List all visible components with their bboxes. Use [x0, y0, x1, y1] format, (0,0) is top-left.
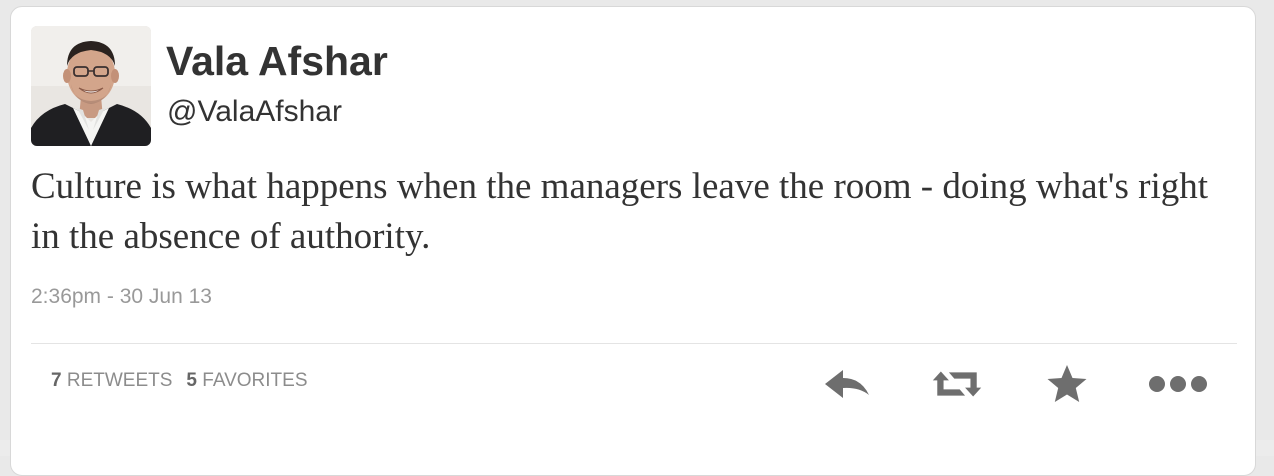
reply-icon: [825, 370, 869, 398]
tweet-timestamp[interactable]: 2:36pm - 30 Jun 13: [31, 285, 212, 309]
tweet-actions: [11, 362, 1257, 406]
reply-button[interactable]: [821, 362, 873, 406]
star-icon: [1047, 365, 1087, 402]
retweet-icon: [932, 371, 982, 397]
avatar[interactable]: [31, 26, 151, 146]
tweet-card: Vala Afshar @ValaAfshar Culture is what …: [10, 6, 1256, 476]
retweet-button[interactable]: [931, 362, 983, 406]
author-handle[interactable]: @ValaAfshar: [167, 97, 342, 127]
divider: [31, 343, 1237, 344]
tweet-text: Culture is what happens when the manager…: [31, 166, 1209, 257]
more-icon: [1149, 376, 1207, 392]
more-button[interactable]: [1146, 362, 1210, 406]
author-name[interactable]: Vala Afshar: [166, 41, 388, 82]
favorite-button[interactable]: [1041, 362, 1093, 406]
avatar-portrait: [31, 26, 151, 146]
